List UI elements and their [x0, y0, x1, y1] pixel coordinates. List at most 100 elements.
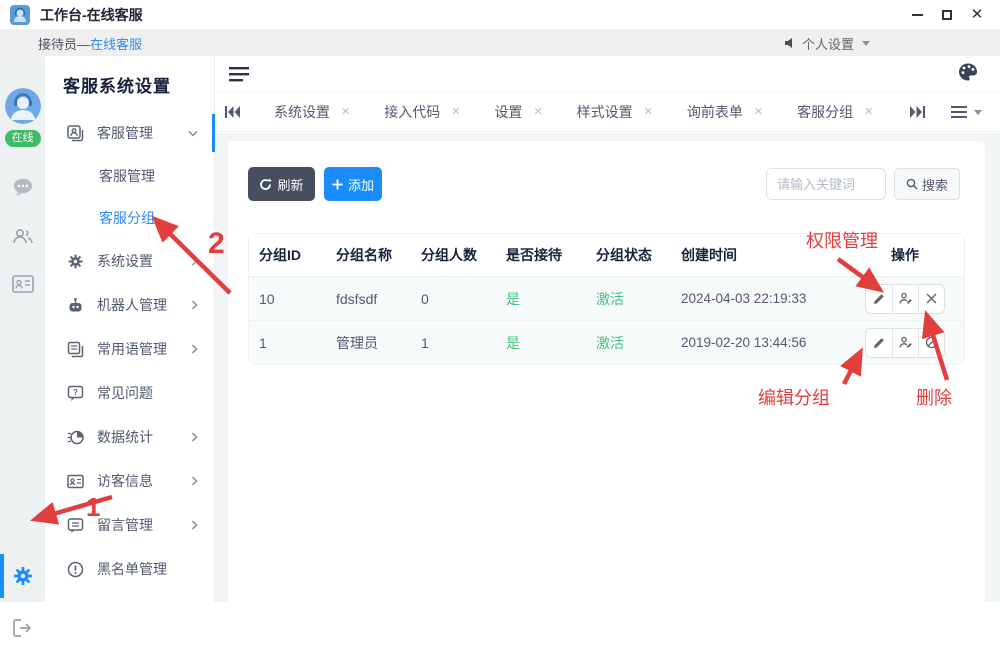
annotation-permission: 权限管理: [806, 227, 878, 253]
tab-label: 询前表单: [687, 102, 743, 122]
menu-item-robot-management[interactable]: 机器人管理: [45, 283, 214, 327]
menu-item-visitor-info[interactable]: 访客信息: [45, 459, 214, 503]
content-area: 刷新 添加 搜索: [215, 133, 1000, 602]
minimize-button[interactable]: [902, 3, 932, 27]
menu-item-label: 系统设置: [97, 251, 153, 271]
tab-style-settings[interactable]: 样式设置 ✕: [577, 102, 653, 122]
menu-item-label: 访客信息: [97, 471, 153, 491]
annotation-delete: 删除: [916, 384, 952, 410]
plus-icon: [332, 179, 343, 190]
tab-settings[interactable]: 设置 ✕: [494, 102, 542, 122]
menu-item-faq[interactable]: ? 常见问题: [45, 371, 214, 415]
permission-button[interactable]: [892, 285, 918, 313]
online-service-link[interactable]: 在线客服: [90, 34, 142, 53]
card-toolbar: 刷新 添加 搜索: [228, 141, 985, 201]
tab-access-code[interactable]: 接入代码 ✕: [384, 102, 460, 122]
menu-item-label: 常见问题: [97, 383, 153, 403]
maximize-button[interactable]: [932, 3, 962, 27]
breadcrumb-bar: 接待员— 在线客服 个人设置: [0, 30, 1000, 56]
permission-button[interactable]: [892, 329, 918, 357]
edit-group-button[interactable]: [866, 329, 892, 357]
scroll-tabs-start-icon[interactable]: [225, 106, 240, 118]
menu-item-message-management[interactable]: 留言管理: [45, 503, 214, 547]
tab-label: 设置: [494, 102, 522, 122]
cell-created: 2019-02-20 13:44:56: [671, 335, 846, 350]
caret-down-icon: [974, 110, 982, 115]
cell-status: 激活: [586, 333, 671, 353]
app-logo-icon: [10, 5, 30, 25]
menu-item-label: 客服管理: [97, 123, 153, 143]
tab-list-icon: [951, 106, 967, 118]
menu-item-common-phrases[interactable]: 常用语管理: [45, 327, 214, 371]
close-tab-icon[interactable]: ✕: [644, 107, 653, 118]
search-input[interactable]: [766, 168, 886, 200]
ban-icon: [925, 336, 938, 349]
tab-system-settings[interactable]: 系统设置 ✕: [274, 102, 350, 122]
id-card-icon[interactable]: [12, 275, 34, 293]
delete-button[interactable]: [918, 285, 944, 313]
svg-text:?: ?: [73, 388, 78, 397]
tab-label: 样式设置: [577, 102, 633, 122]
refresh-button[interactable]: 刷新: [248, 167, 315, 201]
visitor-card-icon: [67, 473, 84, 490]
delete-disabled-button[interactable]: [918, 329, 944, 357]
pencil-icon: [873, 337, 885, 349]
logout-icon: [13, 619, 33, 637]
palette-icon: [958, 63, 978, 81]
tab-label: 系统设置: [274, 102, 330, 122]
search-button[interactable]: 搜索: [894, 168, 960, 200]
menu-item-system-settings[interactable]: 系统设置: [45, 239, 214, 283]
speaker-icon[interactable]: [784, 37, 796, 49]
tab-bar: 系统设置 ✕ 接入代码 ✕ 设置 ✕ 样式设置 ✕ 询前表单 ✕ 客服分组 ✕: [215, 93, 1000, 132]
settings-sidebar: 客服系统设置 客服管理 客服管理 客服分组 系统设置: [45, 56, 215, 602]
chevron-right-icon: [191, 300, 198, 310]
close-tab-icon[interactable]: ✕: [754, 107, 763, 118]
exclamation-circle-icon: [67, 561, 84, 578]
menu-item-label: 常用语管理: [97, 339, 167, 359]
chat-icon[interactable]: [12, 177, 34, 197]
contacts-icon[interactable]: [12, 227, 34, 245]
chevron-right-icon: [191, 344, 198, 354]
refresh-icon: [259, 178, 272, 191]
agent-manage-icon: [67, 125, 84, 142]
sidebar-title: 客服系统设置: [45, 56, 214, 111]
logout-button[interactable]: [0, 608, 45, 648]
scroll-tabs-end-icon[interactable]: [910, 106, 925, 118]
avatar[interactable]: [5, 88, 41, 124]
cell-group-name: fdsfsdf: [326, 291, 411, 307]
tab-list-menu[interactable]: [951, 106, 982, 118]
annotation-edit-group: 编辑分组: [758, 384, 830, 410]
close-button[interactable]: ✕: [962, 3, 992, 27]
chevron-right-icon: [191, 476, 198, 486]
close-tab-icon[interactable]: ✕: [533, 107, 542, 118]
close-x-icon: [926, 293, 937, 304]
left-rail: 在线: [0, 56, 45, 602]
tab-customer-group[interactable]: 客服分组 ✕: [797, 102, 873, 122]
menu-item-blacklist[interactable]: 黑名单管理: [45, 547, 214, 591]
chevron-right-icon: [191, 520, 198, 530]
cell-status: 激活: [586, 289, 671, 309]
close-tab-icon[interactable]: ✕: [451, 107, 460, 118]
menu-item-data-statistics[interactable]: 数据统计: [45, 415, 214, 459]
close-tab-icon[interactable]: ✕: [864, 107, 873, 118]
window-title: 工作台-在线客服: [40, 5, 143, 25]
col-header-group-count: 分组人数: [411, 245, 496, 265]
menu-item-customer-management[interactable]: 客服管理: [45, 111, 214, 155]
submenu-item-customer-management[interactable]: 客服管理: [45, 155, 214, 197]
personal-settings-menu[interactable]: 个人设置: [802, 34, 854, 53]
submenu-item-customer-group[interactable]: 客服分组: [45, 197, 214, 239]
settings-nav-item[interactable]: [0, 554, 45, 598]
search-icon: [906, 178, 918, 190]
menu-item-label: 黑名单管理: [97, 559, 167, 579]
row-action-group: [865, 328, 945, 358]
window-titlebar: 工作台-在线客服 ✕: [0, 0, 1000, 30]
theme-button[interactable]: [958, 63, 978, 86]
tab-pre-chat-form[interactable]: 询前表单 ✕: [687, 102, 763, 122]
add-button[interactable]: 添加: [324, 167, 382, 201]
edit-group-button[interactable]: [866, 285, 892, 313]
col-header-accept: 是否接待: [496, 245, 586, 265]
statistics-icon: [67, 429, 84, 446]
close-tab-icon[interactable]: ✕: [341, 107, 350, 118]
collapse-menu-icon[interactable]: [229, 66, 251, 82]
menu-item-label: 机器人管理: [97, 295, 167, 315]
